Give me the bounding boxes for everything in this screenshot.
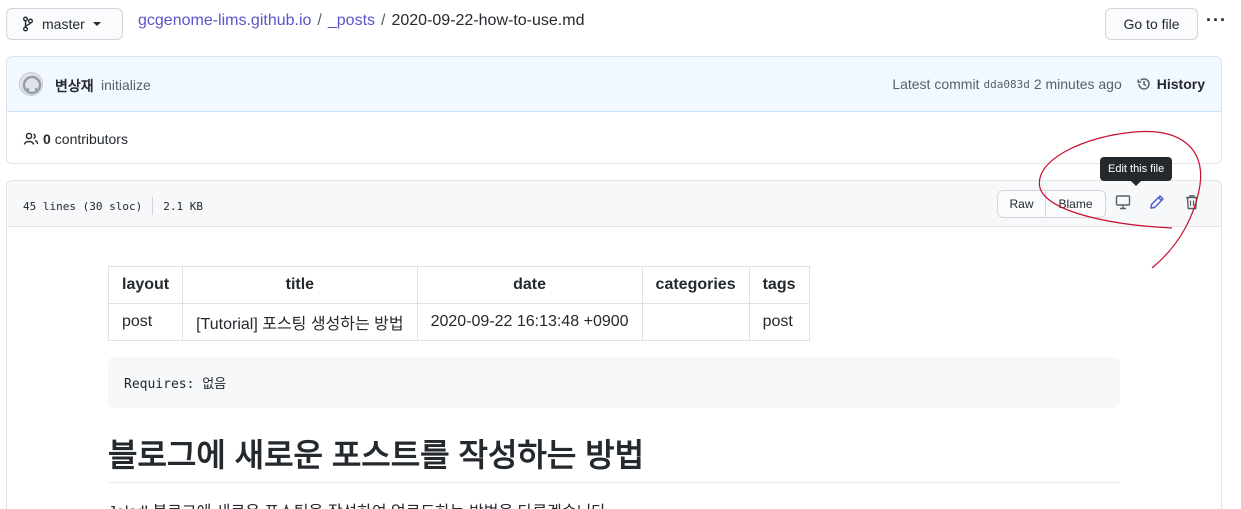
go-to-file-button[interactable]: Go to file bbox=[1105, 8, 1198, 40]
people-icon bbox=[23, 132, 39, 145]
branch-select-button[interactable]: master bbox=[6, 8, 123, 40]
trash-icon[interactable] bbox=[1185, 194, 1199, 210]
git-branch-icon bbox=[23, 16, 33, 32]
chevron-down-icon bbox=[92, 22, 101, 26]
table-header: layout bbox=[107, 266, 184, 304]
table-header-row: layout title date categories tags bbox=[107, 266, 810, 304]
blame-button[interactable]: Blame bbox=[1046, 190, 1106, 218]
post-heading: 블로그에 새로운 포스트를 작성하는 방법 bbox=[108, 437, 645, 473]
file-info: 45 lines (30 sloc) 2.1 KB bbox=[23, 197, 203, 215]
desktop-icon[interactable] bbox=[1115, 194, 1131, 210]
table-header: date bbox=[416, 266, 643, 304]
history-link[interactable]: History bbox=[1136, 76, 1205, 92]
latest-commit-label: Latest commit bbox=[892, 76, 980, 92]
table-header: title bbox=[182, 266, 418, 304]
breadcrumb: gcgenome-lims.github.io / _posts / 2020-… bbox=[138, 11, 584, 31]
breadcrumb-separator: / bbox=[381, 12, 386, 29]
breadcrumb-separator: / bbox=[317, 12, 322, 29]
heading-divider bbox=[108, 482, 1120, 483]
history-label: History bbox=[1156, 76, 1205, 92]
table-row: post [Tutorial] 포스팅 생성하는 방법 2020-09-22 1… bbox=[107, 303, 810, 341]
breadcrumb-folder-link[interactable]: _posts bbox=[328, 11, 375, 31]
raw-button[interactable]: Raw bbox=[997, 190, 1046, 218]
pencil-icon[interactable] bbox=[1149, 194, 1165, 210]
latest-commit-bar: 변상재 initialize Latest commit dda083d 2 m… bbox=[7, 57, 1221, 112]
file-header: 45 lines (30 sloc) 2.1 KB Raw Blame bbox=[7, 181, 1221, 227]
commit-box: 변상재 initialize Latest commit dda083d 2 m… bbox=[6, 56, 1222, 164]
table-cell: 2020-09-22 16:13:48 +0900 bbox=[416, 303, 643, 341]
breadcrumb-file-name: 2020-09-22-how-to-use.md bbox=[391, 12, 585, 29]
table-cell: post bbox=[107, 303, 184, 341]
table-cell: [Tutorial] 포스팅 생성하는 방법 bbox=[182, 303, 418, 341]
view-button-group: Raw Blame bbox=[997, 190, 1106, 218]
code-block: Requires: 없음 bbox=[108, 357, 1120, 408]
contributors-count: 0 bbox=[43, 131, 51, 147]
table-cell bbox=[641, 303, 750, 341]
commit-time: 2 minutes ago bbox=[1033, 76, 1122, 92]
contributors-link[interactable]: 0 contributors bbox=[23, 131, 128, 147]
avatar[interactable] bbox=[19, 72, 43, 96]
front-matter-table: layout title date categories tags post [… bbox=[107, 266, 810, 341]
contributors-label: contributors bbox=[54, 131, 128, 147]
file-line-count: 45 lines (30 sloc) bbox=[23, 199, 143, 213]
file-size: 2.1 KB bbox=[163, 199, 203, 213]
history-icon bbox=[1137, 78, 1150, 90]
branch-label: master bbox=[42, 16, 85, 32]
commit-sha-link[interactable]: dda083d bbox=[983, 78, 1029, 91]
more-options-icon[interactable]: ··· bbox=[1206, 10, 1227, 31]
commit-message[interactable]: initialize bbox=[101, 77, 151, 93]
commit-meta: Latest commit dda083d 2 minutes ago Hist… bbox=[892, 76, 1205, 92]
intro-paragraph: Jekyll 블로그에 새로운 포스팅을 작성하여 업로드하는 방법을 다루겠습… bbox=[108, 498, 610, 509]
commit-author[interactable]: 변상재 bbox=[55, 76, 94, 96]
table-header: tags bbox=[748, 266, 810, 304]
breadcrumb-repo-link[interactable]: gcgenome-lims.github.io bbox=[138, 11, 311, 31]
divider bbox=[152, 197, 154, 215]
table-header: categories bbox=[641, 266, 750, 304]
edit-tooltip: Edit this file bbox=[1100, 157, 1173, 186]
table-cell: post bbox=[748, 303, 810, 341]
